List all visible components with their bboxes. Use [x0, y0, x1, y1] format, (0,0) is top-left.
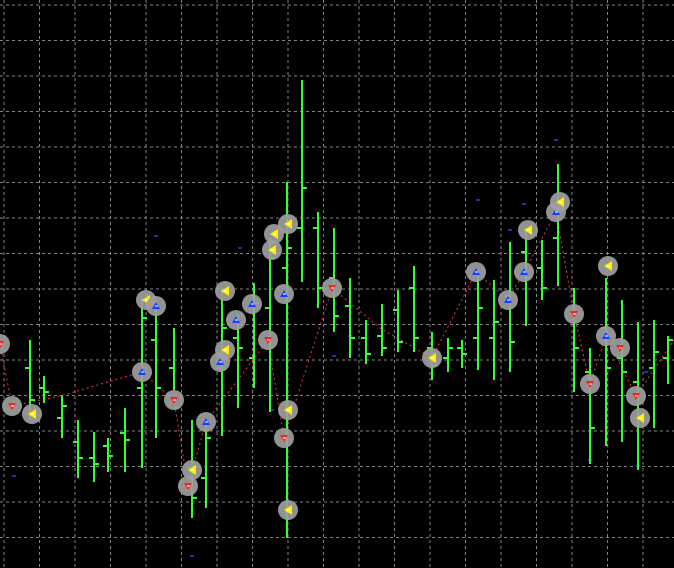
signal-marker: [630, 408, 650, 428]
ohlc-bar: [313, 212, 323, 308]
dot-point: [644, 371, 648, 373]
signal-marker: [0, 334, 10, 354]
signal-marker: [518, 220, 538, 240]
ohlc-bar: [569, 288, 579, 392]
signal-marker: [258, 330, 278, 350]
ohlc-bar: [473, 270, 483, 370]
ohlc-bar: [601, 278, 611, 446]
ohlc-bar: [201, 420, 211, 508]
signal-marker: [196, 412, 216, 432]
ohlc-bar: [585, 348, 595, 464]
ohlc-bar: [345, 278, 355, 358]
ohlc-bar: [409, 266, 419, 352]
dot-point: [12, 475, 16, 477]
ohlc-bar: [617, 300, 627, 442]
signal-marker: [514, 262, 534, 282]
signal-marker: [598, 256, 618, 276]
price-chart: [0, 0, 674, 568]
ohlc-bar: [649, 320, 659, 428]
chart-area: [0, 0, 674, 568]
signal-marker: [580, 374, 600, 394]
ohlc-bar: [537, 240, 547, 300]
signal-marker: [274, 284, 294, 304]
signal-marker: [22, 404, 42, 424]
ohlc-bar: [489, 280, 499, 380]
signal-marker: [498, 290, 518, 310]
dot-point: [190, 555, 194, 557]
signal-marker: [466, 262, 486, 282]
dot-point: [154, 235, 158, 237]
dot-point: [522, 203, 526, 205]
signal-marker: [550, 192, 570, 212]
signal-marker: [610, 338, 630, 358]
signal-marker: [178, 476, 198, 496]
signal-marker: [2, 396, 22, 416]
ohlc-bar: [39, 376, 49, 403]
signal-marker: [132, 362, 152, 382]
ohlc-bar: [151, 303, 161, 438]
ohlc-bar: [443, 338, 453, 372]
ohlc-bar: [120, 408, 130, 472]
signal-marker: [278, 214, 298, 234]
ohlc-bar: [297, 80, 307, 282]
signal-marker: [215, 281, 235, 301]
ohlc-bar: [89, 432, 99, 482]
signal-marker: [322, 278, 342, 298]
dot-point: [332, 355, 336, 357]
signal-marker: [278, 400, 298, 420]
dot-point: [554, 139, 558, 141]
signal-marker: [164, 390, 184, 410]
signal-marker: [278, 500, 298, 520]
ohlc-bar: [137, 298, 147, 468]
dot-point: [508, 229, 512, 231]
signal-markers: [0, 192, 650, 520]
signal-marker: [226, 310, 246, 330]
dot-point: [238, 247, 242, 249]
signal-marker: [626, 386, 646, 406]
signal-marker: [564, 304, 584, 324]
ohlc-bar: [361, 320, 371, 364]
signal-marker: [274, 428, 294, 448]
signal-marker: [422, 348, 442, 368]
ohlc-bar: [377, 304, 387, 356]
ohlc-bar: [57, 396, 67, 438]
signal-marker: [242, 294, 262, 314]
signal-marker: [146, 296, 166, 316]
dot-point: [476, 199, 480, 201]
signal-marker: [215, 340, 235, 360]
